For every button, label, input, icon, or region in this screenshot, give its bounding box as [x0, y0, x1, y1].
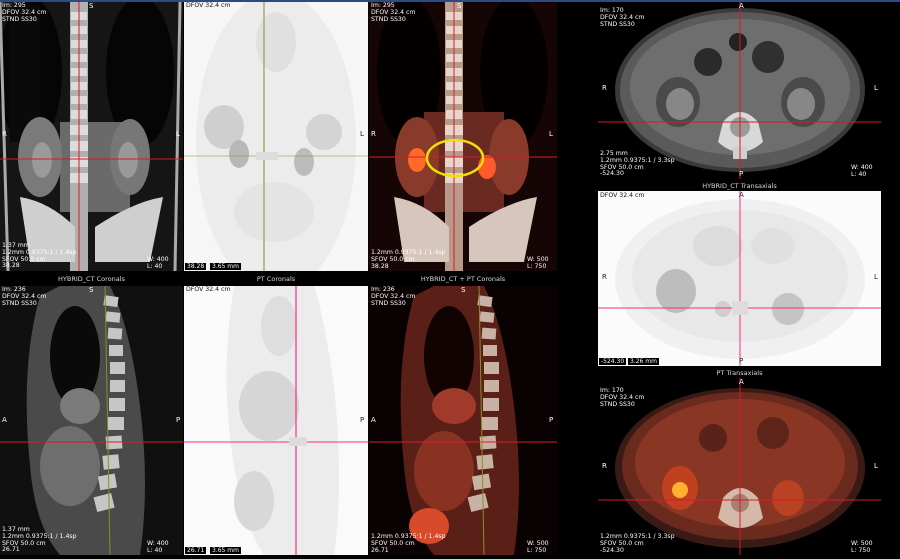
pt-axial-image: [598, 191, 881, 366]
pt-sagittal-scale-left: 26.71: [185, 547, 207, 554]
orientation-label: L: [874, 273, 878, 281]
orientation-label: A: [739, 378, 744, 386]
fused-sagittal-window-level: W: 500 L: 750: [527, 540, 549, 554]
orientation-label: A: [739, 2, 744, 10]
ct-coronal-viewport[interactable]: Im: 295 DFOV 32.4 cm STND SS30 1.37 mm 1…: [0, 2, 183, 271]
orientation-label: L: [360, 130, 364, 138]
pt-coronal-slice-thickness: 3.65 mm: [210, 263, 241, 270]
pt-coronal-viewport[interactable]: DFOV 32.4 cm 38.28 3.65 mm L: [184, 2, 368, 271]
ct-coronal-info: Im: 295 DFOV 32.4 cm STND SS30: [2, 2, 47, 23]
ct-axial-info: Im: 170 DFOV 32.4 cm STND SS30: [600, 7, 645, 28]
ct-axial-window-level: W: 400 L: 40: [851, 164, 873, 178]
ct-coronal-bottom-info: 1.37 mm 1.2mm 0.9375:1 / 1.4sp SFOV 50.0…: [2, 242, 77, 270]
panel-title-hybrid-ct-coronals: HYBRID_CT Coronals: [58, 275, 125, 283]
ct-coronal-image: [0, 2, 183, 271]
fused-sagittal-image: [369, 286, 557, 555]
orientation-label: A: [2, 416, 7, 424]
ct-sagittal-image: [0, 286, 183, 555]
panel-title-pt-coronals: PT Coronals: [256, 275, 296, 283]
fused-axial-viewport[interactable]: Im: 170 DFOV 32.4 cm STND SS30 1.2mm 0.9…: [598, 378, 881, 555]
fused-coronal-image: [369, 2, 557, 271]
pt-axial-info: DFOV 32.4 cm: [600, 192, 645, 199]
orientation-label: L: [176, 130, 180, 138]
orientation-label: P: [360, 416, 365, 424]
fused-coronal-window-level: W: 500 L: 750: [527, 256, 549, 270]
ct-sagittal-viewport[interactable]: Im: 236 DFOV 32.4 cm STND SS30 1.37 mm 1…: [0, 286, 183, 555]
orientation-label: L: [874, 84, 878, 92]
ct-axial-viewport[interactable]: Im: 170 DFOV 32.4 cm STND SS30 2.75 mm 1…: [598, 2, 881, 179]
orientation-label: S: [461, 286, 466, 294]
orientation-label: R: [371, 130, 376, 138]
orientation-label: P: [739, 170, 744, 178]
panel-title-hybrid-ct-transaxials: HYBRID_CT Transaxials: [702, 182, 777, 190]
ct-sagittal-window-level: W: 400 L: 40: [147, 540, 169, 554]
fused-coronal-info: Im: 295 DFOV 32.4 cm STND SS30: [371, 2, 416, 23]
fused-sagittal-info: Im: 236 DFOV 32.4 cm STND SS30: [371, 286, 416, 307]
pt-sagittal-slice-thickness: 3.65 mm: [210, 547, 241, 554]
pt-coronal-image: [184, 2, 368, 271]
panel-title-fused-coronals: HYBRID_CT + PT Coronals: [420, 275, 506, 283]
fused-axial-info: Im: 170 DFOV 32.4 cm STND SS30: [600, 387, 645, 408]
orientation-label: R: [602, 84, 607, 92]
orientation-label: S: [89, 286, 94, 294]
fused-sagittal-viewport[interactable]: Im: 236 DFOV 32.4 cm STND SS30 1.2mm 0.9…: [369, 286, 557, 555]
orientation-label: A: [739, 191, 744, 199]
fused-sagittal-bottom-info: 1.2mm 0.9375:1 / 1.4sp SFOV 50.0 cm 26.7…: [371, 533, 446, 554]
orientation-label: R: [602, 273, 607, 281]
pt-coronal-info: DFOV 32.4 cm: [186, 2, 231, 9]
orientation-label: A: [371, 416, 376, 424]
orientation-label: S: [89, 2, 94, 10]
orientation-label: L: [874, 462, 878, 470]
orientation-label: R: [2, 130, 7, 138]
pt-axial-slice-thickness: 3.26 mm: [628, 358, 659, 365]
orientation-label: R: [602, 462, 607, 470]
orientation-label: L: [549, 130, 553, 138]
fused-coronal-viewport[interactable]: Im: 295 DFOV 32.4 cm STND SS30 1.2mm 0.9…: [369, 2, 557, 271]
fused-axial-bottom-info: 1.2mm 0.9375:1 / 3.3sp SFOV 50.0 cm -524…: [600, 533, 675, 554]
pt-sagittal-viewport[interactable]: DFOV 32.4 cm 26.71 3.65 mm P: [184, 286, 368, 555]
ct-coronal-window-level: W: 400 L: 40: [147, 256, 169, 270]
ct-axial-bottom-info: 2.75 mm 1.2mm 0.9375:1 / 3.3sp SFOV 50.0…: [600, 150, 675, 178]
pt-axial-viewport[interactable]: DFOV 32.4 cm -524.30 3.26 mm R L A P: [598, 191, 881, 366]
orientation-label: P: [739, 357, 744, 365]
pt-sagittal-image: [184, 286, 368, 555]
fused-coronal-bottom-info: 1.2mm 0.9375:1 / 1.4sp SFOV 50.0 cm 38.2…: [371, 249, 446, 270]
orientation-label: P: [176, 416, 181, 424]
pt-sagittal-info: DFOV 32.4 cm: [186, 286, 231, 293]
orientation-label: P: [549, 416, 554, 424]
fused-axial-window-level: W: 500 L: 750: [851, 540, 873, 554]
panel-title-pt-transaxials: PT Transaxials: [716, 369, 763, 377]
orientation-label: S: [457, 2, 462, 10]
pt-axial-scale-left: -524.30: [599, 358, 627, 365]
pt-coronal-scale-left: 38.28: [185, 263, 207, 270]
ct-sagittal-bottom-info: 1.37 mm 1.2mm 0.9375:1 / 1.4sp SFOV 50.0…: [2, 526, 77, 554]
ct-sagittal-info: Im: 236 DFOV 32.4 cm STND SS30: [2, 286, 47, 307]
